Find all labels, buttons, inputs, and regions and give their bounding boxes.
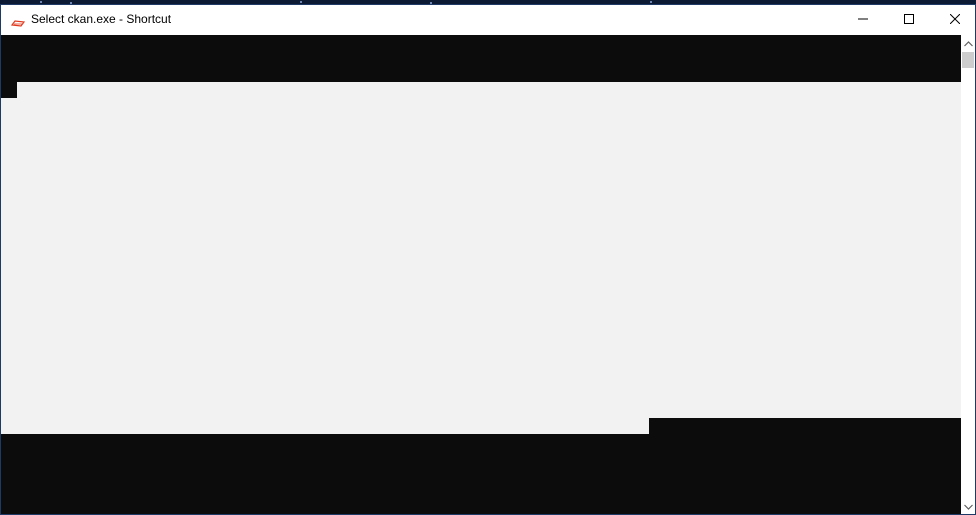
ckan-app-icon <box>10 15 26 27</box>
scroll-down-button[interactable] <box>961 498 975 514</box>
vertical-scrollbar[interactable] <box>961 35 975 514</box>
minimize-icon <box>858 11 868 29</box>
minimize-button[interactable] <box>840 5 886 35</box>
selection-highlight <box>1 418 649 434</box>
window-title: Select ckan.exe - Shortcut <box>31 12 172 26</box>
scroll-up-button[interactable] <box>961 35 975 51</box>
desktop-pixel <box>650 1 652 3</box>
close-button[interactable] <box>932 5 976 35</box>
console-window: Select ckan.exe - Shortcut <box>0 4 976 515</box>
titlebar[interactable]: Select ckan.exe - Shortcut <box>1 5 975 35</box>
close-icon <box>949 11 961 29</box>
chevron-down-icon <box>963 497 973 515</box>
maximize-button[interactable] <box>886 5 932 35</box>
scroll-thumb[interactable] <box>962 52 974 68</box>
desktop-pixel <box>300 1 302 3</box>
maximize-icon <box>904 11 914 29</box>
console-output-area[interactable] <box>1 35 961 514</box>
selection-highlight <box>1 98 17 434</box>
chevron-up-icon <box>963 34 973 52</box>
selection-highlight <box>17 82 961 418</box>
desktop-pixel <box>40 1 42 3</box>
